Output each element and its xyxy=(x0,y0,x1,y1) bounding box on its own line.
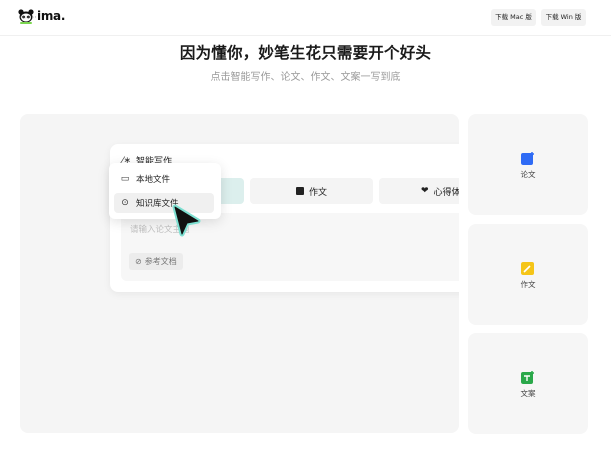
side-card-label: 作文 xyxy=(520,280,536,289)
side-card-copywriting[interactable]: 文案 xyxy=(468,333,588,434)
tab-reflection[interactable]: ❤ 心得体会 xyxy=(379,178,459,204)
location-pin-icon: ⊙ xyxy=(121,198,129,208)
folder-icon: ▭ xyxy=(120,174,130,184)
menu-item-local-file[interactable]: ▭ 本地文件 xyxy=(114,169,214,189)
logo-subtitle: copilot xyxy=(20,15,38,19)
tab-essay[interactable]: 作文 xyxy=(250,178,373,204)
tab-label: 作文 xyxy=(308,187,327,198)
demo-stage: ⁄∗ 智能写作 论文 作文 ❤ 心得体会 请输入论文主题 ⊘ 参考文档 xyxy=(20,114,459,433)
paperclip-icon: ⊘ xyxy=(135,257,142,266)
top-header: ima. copilot 下载 Mac 版 下载 Win 版 xyxy=(0,0,611,36)
tab-label: 心得体会 xyxy=(433,187,459,198)
text-plus-icon xyxy=(521,371,534,384)
side-card-label: 文案 xyxy=(520,389,536,398)
doc-plus-icon xyxy=(521,152,534,165)
download-win-button[interactable]: 下载 Win 版 xyxy=(541,9,586,26)
pencil-box-icon xyxy=(521,262,534,275)
mouse-cursor-icon xyxy=(172,204,201,237)
menu-item-label: 本地文件 xyxy=(136,175,171,185)
hero-subtitle: 点击智能写作、论文、作文、文案一写到底 xyxy=(210,72,401,83)
logo-wordmark: ima. xyxy=(37,9,66,23)
heart-icon: ❤ xyxy=(421,186,429,196)
hero-title: 因为懂你，妙笔生花只需要开个好头 xyxy=(179,44,432,62)
reference-doc-label: 参考文档 xyxy=(144,257,177,266)
side-card-essay[interactable]: 作文 xyxy=(468,224,588,325)
download-mac-button[interactable]: 下载 Mac 版 xyxy=(491,9,536,26)
reference-doc-button[interactable]: ⊘ 参考文档 xyxy=(129,253,183,270)
reference-source-menu: ▭ 本地文件 ⊙ 知识库文件 xyxy=(109,163,221,219)
side-card-thesis[interactable]: 论文 xyxy=(468,114,588,215)
pencil-icon xyxy=(295,187,304,195)
side-card-label: 论文 xyxy=(520,170,536,179)
